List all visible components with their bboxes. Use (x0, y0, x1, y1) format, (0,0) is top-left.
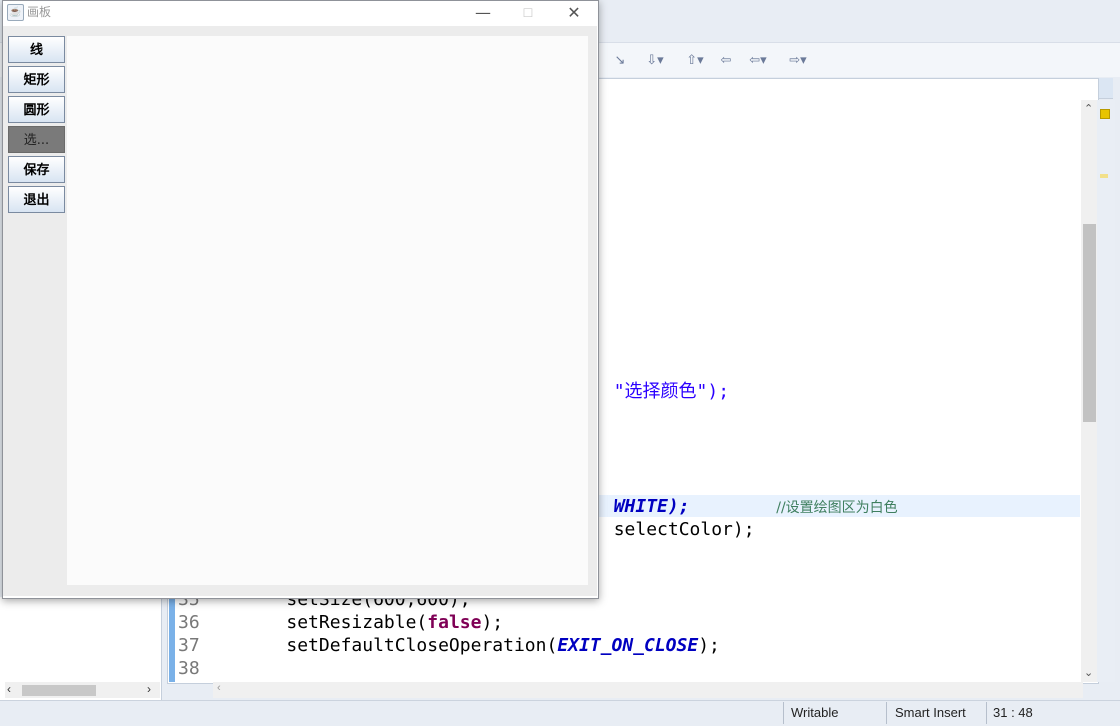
rectangle-tool-button[interactable]: 矩形 (8, 66, 65, 93)
line-tool-button[interactable]: 线 (8, 36, 65, 63)
code-text: selectColor); (613, 519, 755, 540)
status-separator (886, 702, 887, 724)
scroll-left-icon[interactable]: ‹ (7, 682, 11, 696)
line-number: 37 (178, 635, 200, 656)
toolbar-button-last-edit[interactable]: ⇦ (716, 50, 736, 70)
code-line[interactable]: "选择颜色"); (592, 357, 729, 402)
scroll-left-icon[interactable]: ‹ (217, 682, 221, 694)
occurrence-marker-icon[interactable] (1100, 174, 1108, 178)
code-keyword: false (427, 612, 482, 633)
overview-ruler (1097, 100, 1115, 682)
line-number: 36 (178, 612, 200, 633)
scroll-right-icon[interactable]: › (147, 682, 151, 696)
code-string: "选择颜色"); (613, 381, 730, 402)
choose-color-button[interactable]: 选... (8, 126, 65, 153)
code-text: setResizable( (199, 612, 428, 633)
status-separator (986, 702, 987, 724)
status-cursor-position: 31 : 48 (993, 705, 1033, 720)
editor-horizontal-scrollbar[interactable]: ‹ (213, 682, 1083, 698)
window-title: 画板 (27, 5, 52, 19)
code-line-36[interactable]: 36 setResizable(false); (178, 611, 503, 634)
scroll-down-icon[interactable]: ⌄ (1084, 666, 1093, 679)
code-text: setDefaultCloseOperation( (199, 635, 558, 656)
scroll-up-icon[interactable]: ⌃ (1084, 102, 1093, 115)
panel-scroll-thumb[interactable] (22, 685, 96, 696)
circle-tool-button[interactable]: 圆形 (8, 96, 65, 123)
close-button[interactable]: ✕ (552, 2, 596, 24)
code-comment: //设置绘图区为白色 (776, 500, 898, 516)
minimize-button[interactable]: — (461, 2, 505, 24)
toolbar-button-next-annotation[interactable]: ⇩▾ (638, 50, 672, 70)
code-line[interactable]: selectColor); (592, 495, 755, 540)
code-line[interactable]: WHITE); //设置绘图区为白色 (592, 472, 898, 517)
tool-button-panel: 线 矩形 圆形 选... 保存 退出 (3, 36, 65, 596)
toolbar-button-prev-annotation[interactable]: ⇧▾ (678, 50, 712, 70)
maximize-button: ☐ (522, 6, 534, 20)
toolbar-button-pin[interactable]: ↘ (610, 50, 630, 70)
warning-marker-icon[interactable] (1100, 109, 1110, 119)
editor-scroll-thumb[interactable] (1083, 224, 1096, 422)
code-constant: EXIT_ON_CLOSE (557, 635, 699, 656)
code-line-37[interactable]: 37 setDefaultCloseOperation(EXIT_ON_CLOS… (178, 634, 720, 657)
toolbar-button-back[interactable]: ⇦▾ (740, 50, 776, 70)
exit-button[interactable]: 退出 (8, 186, 65, 213)
status-insert-mode: Smart Insert (895, 705, 966, 720)
change-ruler (169, 588, 175, 682)
code-text: ); (698, 635, 720, 656)
line-number: 38 (178, 658, 200, 679)
status-writable: Writable (791, 705, 839, 720)
save-button[interactable]: 保存 (8, 156, 65, 183)
java-app-icon: ☕ (7, 4, 24, 21)
drawing-canvas[interactable] (67, 36, 588, 585)
status-separator (783, 702, 784, 724)
code-line-38[interactable]: 38 (178, 657, 200, 680)
code-text: ); (481, 612, 504, 633)
toolbar-button-forward[interactable]: ⇨▾ (780, 50, 816, 70)
